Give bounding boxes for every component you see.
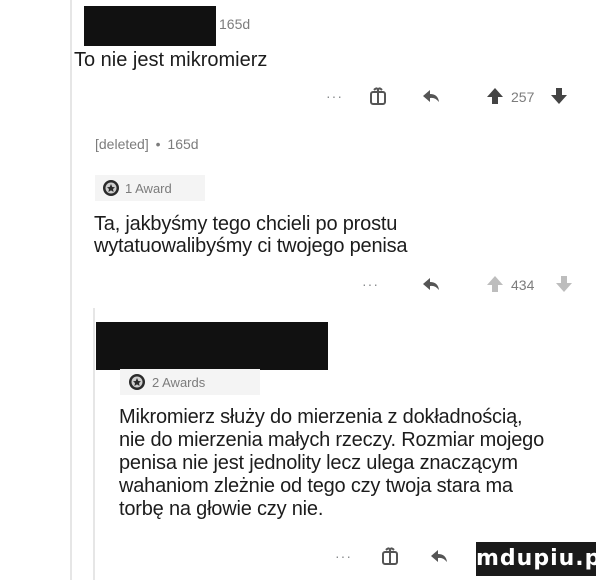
thread-line-nested[interactable]	[93, 308, 95, 580]
award-label: 2 Awards	[152, 374, 206, 390]
comment-line: penisa nie jest jednolity lecz ulega zna…	[119, 452, 518, 474]
more-options-button[interactable]: ···	[326, 88, 343, 104]
watermark-logo: mdupiu.pl	[476, 542, 600, 576]
downvote-icon[interactable]	[555, 274, 573, 294]
gift-icon[interactable]	[368, 86, 388, 106]
comment-text: To nie jest mikromierz	[74, 49, 268, 71]
reply-icon[interactable]	[421, 274, 441, 294]
vote-score: 434	[511, 277, 535, 293]
downvote-icon[interactable]	[550, 86, 568, 106]
vote-score: 257	[511, 89, 535, 105]
upvote-icon[interactable]	[486, 274, 504, 294]
comment-age: 165d	[167, 136, 199, 152]
upvote-icon[interactable]	[486, 86, 504, 106]
redacted-username	[96, 322, 328, 370]
reply-icon[interactable]	[421, 86, 441, 106]
comment-meta: [deleted] • 165d	[95, 136, 199, 152]
comment-line: wytatuowalibyśmy ci twojego penisa	[94, 235, 408, 257]
more-options-button[interactable]: ···	[362, 276, 379, 292]
award-badge[interactable]: 2 Awards	[120, 369, 260, 395]
comment-author[interactable]: [deleted]	[95, 136, 149, 152]
gift-icon[interactable]	[380, 546, 400, 566]
comment-actions: ··· 257	[0, 86, 600, 112]
meta-separator: •	[155, 136, 161, 152]
comment-actions: ··· 434	[0, 274, 600, 300]
more-options-button[interactable]: ···	[335, 548, 352, 564]
comment-line: Ta, jakbyśmy tego chcieli po prostu	[94, 213, 398, 235]
reply-icon[interactable]	[429, 546, 449, 566]
redacted-username	[84, 6, 216, 46]
award-badge[interactable]: 1 Award	[95, 175, 205, 201]
comment-text: Mikromierz służy do mierzenia z dokładno…	[119, 406, 544, 521]
comment-line: Mikromierz służy do mierzenia z dokładno…	[119, 406, 523, 428]
comment-line: nie do mierzenia małych rzeczy. Rozmiar …	[119, 429, 545, 451]
award-icon	[102, 179, 120, 197]
comment-actions: ···	[0, 546, 470, 572]
comment-line: torbę na głowie czy nie.	[119, 498, 324, 520]
award-icon	[128, 373, 146, 391]
comment-line: wahaniom zleżnie od tego czy twoja stara…	[119, 475, 513, 497]
comment-age: 165d	[219, 16, 251, 32]
award-label: 1 Award	[125, 180, 172, 196]
comment-text: Ta, jakbyśmy tego chcieli po prostu wyta…	[94, 213, 408, 257]
